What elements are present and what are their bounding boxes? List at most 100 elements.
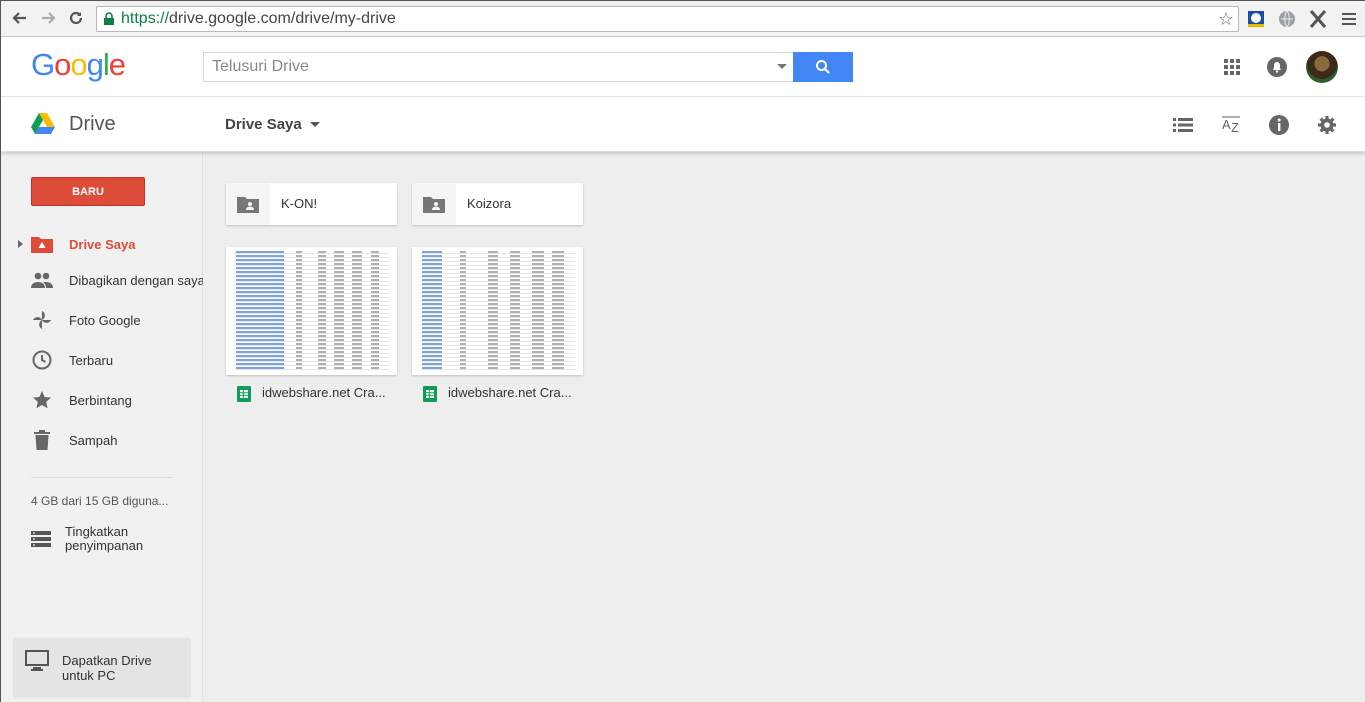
thumbnail-cell-mark (334, 339, 344, 341)
thumbnail-row-line (234, 305, 389, 306)
notifications-bell-icon[interactable] (1266, 56, 1288, 78)
drive-logo-icon[interactable] (31, 113, 55, 135)
extension-a-icon[interactable] (1244, 7, 1268, 31)
google-logo[interactable]: Google (31, 47, 126, 83)
thumbnail-row-line (420, 361, 575, 362)
extension-x-icon[interactable] (1306, 7, 1330, 31)
thumbnail-cell-mark (371, 339, 379, 341)
thumbnail-cell-mark (422, 315, 442, 317)
search-input[interactable] (204, 53, 793, 81)
sidebar-item-photos[interactable]: Foto Google (1, 302, 203, 338)
sidebar-item-shared[interactable]: Dibagikan dengan saya (1, 262, 205, 298)
reload-button[interactable] (65, 7, 87, 29)
thumbnail-cell-mark (488, 347, 498, 349)
upgrade-storage-link[interactable]: Tingkatkan penyimpanan (31, 525, 191, 555)
thumbnail-row-line (234, 317, 389, 318)
thumbnail-cell-mark (334, 307, 344, 309)
thumbnail-cell-mark (296, 331, 302, 333)
bookmark-star-icon[interactable]: ☆ (1218, 9, 1234, 30)
sidebar-item-my-drive[interactable]: Drive Saya (1, 226, 203, 262)
folder-card[interactable]: Koizora (412, 183, 583, 225)
extension-globe-icon[interactable] (1275, 7, 1299, 31)
thumbnail-cell-mark (510, 359, 520, 361)
thumbnail-cell-mark (532, 255, 544, 257)
thumbnail-cell-mark (352, 327, 362, 329)
back-button[interactable] (9, 7, 31, 29)
thumbnail-cell-mark (371, 323, 379, 325)
thumbnail-cell-mark (352, 339, 362, 341)
list-view-icon[interactable] (1171, 113, 1195, 137)
thumbnail-cell-mark (532, 363, 544, 365)
app-title[interactable]: Drive (69, 113, 116, 136)
thumbnail-cell-mark (552, 363, 564, 365)
thumbnail-cell-mark (318, 271, 326, 273)
folder-card[interactable]: K-ON! (226, 183, 397, 225)
thumbnail-cell-mark (371, 299, 379, 301)
thumbnail-cell-mark (296, 283, 302, 285)
sort-az-icon[interactable]: AZ (1219, 113, 1243, 137)
search-options-caret-icon[interactable] (777, 64, 787, 69)
file-card[interactable]: idwebshare.net Cra... (226, 247, 397, 407)
apps-grid-icon[interactable] (1222, 57, 1242, 77)
thumbnail-cell-mark (352, 355, 362, 357)
sidebar-item-trash[interactable]: Sampah (1, 422, 203, 458)
sidebar-item-starred[interactable]: Berbintang (1, 382, 203, 418)
breadcrumb[interactable]: Drive Saya (225, 116, 320, 133)
thumbnail-cell-mark (236, 355, 284, 357)
new-button[interactable]: BARU (31, 177, 145, 206)
thumbnail-row-line (420, 261, 575, 262)
thumbnail-cell-mark (510, 315, 520, 317)
thumbnail-cell-mark (236, 271, 284, 273)
file-card[interactable]: idwebshare.net Cra... (412, 247, 583, 407)
search-button[interactable] (793, 52, 853, 82)
account-avatar[interactable] (1306, 51, 1338, 83)
thumbnail-cell-mark (488, 351, 498, 353)
thumbnail-cell-mark (296, 319, 302, 321)
thumbnail-cell-mark (510, 255, 520, 257)
thumbnail-row-line (234, 353, 389, 354)
thumbnail-cell-mark (334, 295, 344, 297)
spreadsheet-thumbnail (226, 247, 397, 375)
thumbnail-cell-mark (334, 311, 344, 313)
thumbnail-row-line (234, 301, 389, 302)
thumbnail-row-line (420, 345, 575, 346)
thumbnail-cell-mark (296, 295, 302, 297)
thumbnail-cell-mark (371, 347, 379, 349)
address-bar[interactable]: https://drive.google.com/drive/my-drive … (96, 6, 1239, 32)
expand-arrow-icon[interactable] (18, 240, 23, 248)
forward-button[interactable] (37, 7, 59, 29)
browser-menu-icon[interactable] (1337, 7, 1361, 31)
thumbnail-cell-mark (532, 311, 544, 313)
thumbnail-cell-mark (334, 367, 344, 369)
thumbnail-cell-mark (296, 347, 302, 349)
storage-usage: 4 GB dari 15 GB diguna... (31, 494, 169, 508)
thumbnail-row-line (420, 277, 575, 278)
thumbnail-row-line (420, 369, 575, 370)
thumbnail-row-line (234, 273, 389, 274)
thumbnail-cell-mark (318, 287, 326, 289)
thumbnail-cell-mark (236, 307, 284, 309)
thumbnail-cell-mark (334, 331, 344, 333)
thumbnail-cell-mark (460, 275, 466, 277)
thumbnail-cell-mark (318, 259, 326, 261)
thumbnail-cell-mark (318, 335, 326, 337)
thumbnail-cell-mark (460, 307, 466, 309)
search-box[interactable] (203, 52, 793, 82)
thumbnail-cell-mark (296, 323, 302, 325)
thumbnail-row-line (420, 265, 575, 266)
thumbnail-cell-mark (236, 303, 284, 305)
thumbnail-cell-mark (334, 267, 344, 269)
thumbnail-cell-mark (371, 359, 379, 361)
thumbnail-cell-mark (460, 355, 466, 357)
thumbnail-cell-mark (510, 327, 520, 329)
thumbnail-row-line (420, 257, 575, 258)
thumbnail-cell-mark (236, 255, 284, 257)
settings-gear-icon[interactable] (1315, 113, 1339, 137)
get-drive-for-pc-button[interactable]: Dapatkan Drive untuk PC (13, 638, 191, 698)
info-icon[interactable] (1267, 113, 1291, 137)
sidebar-item-recent[interactable]: Terbaru (1, 342, 203, 378)
breadcrumb-label: Drive Saya (225, 116, 302, 133)
thumbnail-cell-mark (532, 275, 544, 277)
thumbnail-cell-mark (552, 339, 564, 341)
search-icon (816, 60, 830, 74)
